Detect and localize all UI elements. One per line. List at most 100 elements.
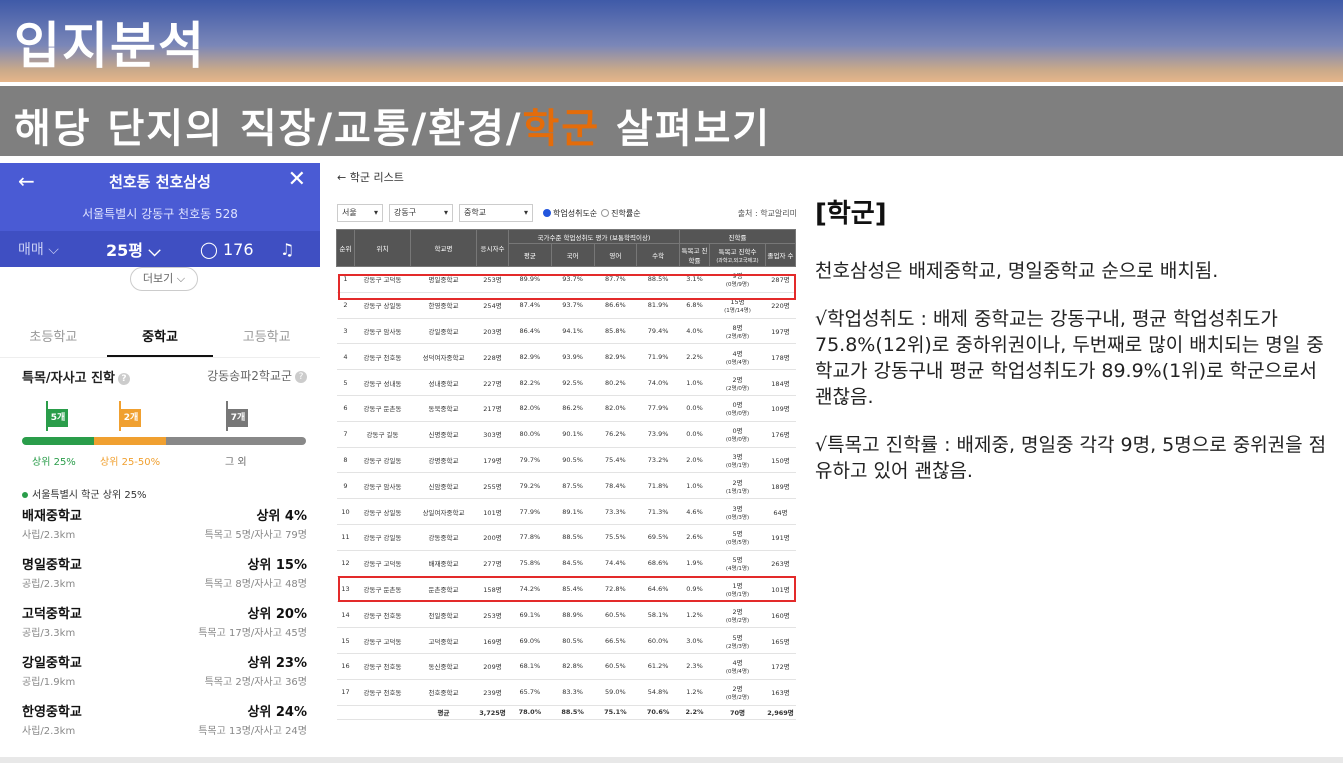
table-cell: 6 [336, 395, 355, 422]
close-icon[interactable]: ✕ [288, 167, 306, 192]
table-cell: 58.1% [636, 601, 680, 629]
highlight-row-1 [338, 274, 796, 300]
bar-green [22, 437, 94, 445]
table-row[interactable]: 7 강동구 길동 신명중학교 303명 80.0% 90.1% 76.2% 73.9% 0.0%… [336, 421, 796, 448]
table-cell: 73.2% [636, 447, 680, 474]
table-cell: 60.0% [636, 627, 680, 654]
table-cell: 79.7% [508, 447, 552, 474]
table-cell: 93.9% [551, 343, 594, 371]
radio-achievement[interactable]: 학업성취도순 [543, 208, 597, 219]
special-count-breakdown: (0명/4명) [725, 669, 750, 676]
table-cell: 68.1% [508, 653, 552, 680]
col-korean: 국어 [550, 243, 595, 267]
radio-admission-label: 진학률순 [611, 208, 641, 218]
table-row[interactable]: 6 강동구 둔촌동 동북중학교 217명 82.0% 86.2% 82.0% 77.9% 0.0… [336, 395, 796, 422]
table-cell-special-count: 2명 (2명/0명) [709, 369, 766, 396]
table-cell: 73.3% [594, 498, 637, 525]
table-cell: 5 [336, 369, 355, 396]
table-row[interactable]: 11 강동구 강일동 강동중학교 200명 77.8% 88.5% 75.5% 69.5% 2.… [336, 524, 796, 551]
special-count-breakdown: (1명/14명) [724, 308, 751, 315]
table-cell: 217명 [476, 395, 509, 422]
district-select[interactable]: 강동구 ▾ [389, 204, 453, 222]
table-row[interactable]: 14 강동구 천호동 천일중학교 253명 69.1% 88.9% 60.5% 58.1% 1.… [336, 601, 796, 629]
table-cell-special-count: 5명 (0명/5명) [709, 524, 766, 551]
special-count-breakdown: (4명/1명) [725, 566, 750, 573]
table-cell: 강동구 천호동 [354, 653, 411, 680]
table-cell: 1.2% [679, 601, 710, 629]
school-name: 고덕중학교 [22, 607, 82, 622]
table-row[interactable]: 9 강동구 암사동 신암중학교 255명 79.2% 87.5% 78.4% 71.8% 1.0… [336, 472, 796, 500]
table-cell: 강동구 길동 [354, 421, 411, 448]
list-item[interactable]: 고덕중학교 상위 20% 공립/3.3km 특목고 17명/자사고 45명 [22, 602, 307, 651]
size-select[interactable]: 25평 ⌵ [100, 237, 200, 261]
chat-bubble-icon[interactable]: ◯ 176 [200, 240, 280, 259]
table-cell: 평균 [410, 705, 477, 720]
table-cell: 82.8% [551, 653, 594, 680]
more-wrap: 더보기 ⌵ [0, 267, 320, 300]
table-cell: 강동구 암사동 [354, 318, 411, 345]
info-icon[interactable]: ? [118, 372, 130, 385]
special-count-total: 2명 [732, 375, 743, 384]
school-rank: 상위 4% [256, 509, 307, 524]
list-item[interactable]: 배재중학교 상위 4% 사립/2.3km 특목고 5명/자사고 79명 [22, 504, 307, 553]
table-row[interactable]: 5 강동구 성내동 성내중학교 227명 82.2% 92.5% 80.2% 74.0% 1.0… [336, 369, 796, 396]
table-cell: 2.2% [679, 705, 710, 720]
list-item[interactable]: 명일중학교 상위 15% 공립/2.3km 특목고 8명/자사고 48명 [22, 553, 307, 602]
table-cell: 2.0% [679, 447, 710, 474]
table-cell: 78.4% [594, 472, 637, 500]
radio-admission[interactable]: 진학률순 [601, 208, 641, 219]
tab-middle[interactable]: 중학교 [106, 318, 214, 357]
table-cell: 성덕여자중학교 [410, 343, 477, 371]
table-row[interactable]: 12 강동구 고덕동 배재중학교 277명 75.8% 84.5% 74.4% 68.6% 1.… [336, 550, 796, 577]
list-item[interactable]: 강일중학교 상위 23% 공립/1.9km 특목고 2명/자사고 36명 [22, 651, 307, 700]
bell-icon[interactable]: ♫ [280, 240, 294, 259]
col-rank: 순위 [336, 229, 355, 267]
table-cell: 79.2% [508, 472, 552, 500]
mobile-header: ← 천호동 천호삼성 ✕ 서울특별시 강동구 천호동 528 매매 ⌵ 25평 … [0, 163, 320, 300]
table-cell: 성내중학교 [410, 369, 477, 396]
table-cell: 178명 [765, 343, 796, 371]
top25-note: 서울특별시 학군 상위 25% [22, 486, 147, 501]
table-row[interactable]: 3 강동구 암사동 강일중학교 203명 86.4% 94.1% 85.8% 79.4% 4.0… [336, 318, 796, 345]
table-cell: 10 [336, 498, 355, 525]
table-row[interactable]: 16 강동구 천호동 동신중학교 209명 68.1% 82.8% 60.5% 61.2% 2.… [336, 653, 796, 680]
city-select[interactable]: 서울 ▾ [337, 204, 383, 222]
special-count-breakdown: (2명/6명) [725, 333, 750, 340]
school-name: 명일중학교 [22, 558, 82, 573]
district-select-value: 강동구 [394, 208, 417, 217]
table-cell: 77.9% [508, 498, 552, 525]
special-count-total: 2명 [732, 607, 743, 616]
table-cell: 88.5% [551, 524, 594, 551]
special-count-total: 8명 [732, 323, 743, 332]
radio-unchecked-icon [601, 209, 610, 217]
school-type-select[interactable]: 중학교 ▾ [459, 204, 533, 222]
table-row[interactable]: 17 강동구 천호동 천호중학교 239명 65.7% 83.3% 59.0% 54.8% 1.… [336, 679, 796, 706]
table-cell: 4.6% [679, 498, 710, 525]
tab-high[interactable]: 고등학교 [213, 318, 320, 357]
table-title[interactable]: ← 학군 리스트 [337, 169, 404, 185]
table-body: 1 강동구 고덕동 명일중학교 253명 89.9% 93.7% 87.7% 88.5% 3.1… [336, 266, 796, 720]
table-cell: 80.0% [508, 421, 552, 448]
flag-gray: 7개 [228, 409, 248, 427]
tab-elementary[interactable]: 초등학교 [0, 318, 107, 357]
school-admissions: 특목고 8명/자사고 48명 [204, 579, 307, 590]
table-cell: 71.9% [636, 343, 680, 371]
trade-type-select[interactable]: 매매 ⌵ [0, 239, 100, 259]
list-item[interactable]: 한영중학교 상위 24% 사립/2.3km 특목고 13명/자사고 24명 [22, 700, 307, 749]
more-button[interactable]: 더보기 ⌵ [130, 267, 198, 291]
col-test-takers: 응시자수 [476, 229, 509, 267]
table-row[interactable]: 15 강동구 고덕동 고덕중학교 169명 69.0% 80.5% 66.5% 60.0% 3.… [336, 627, 796, 654]
table-row[interactable]: 4 강동구 천호동 성덕여자중학교 228명 82.9% 93.9% 82.9% 71.9% 2… [336, 343, 796, 371]
col-location: 위치 [354, 229, 411, 267]
table-cell: 66.5% [594, 627, 637, 654]
info-icon[interactable]: ? [295, 370, 307, 383]
table-cell: 209명 [476, 653, 509, 680]
table-row[interactable]: 8 강동구 강일동 강명중학교 179명 79.7% 90.5% 75.4% 73.2% 2.0… [336, 447, 796, 474]
analysis-paragraph-2: √학업성취도 : 배제 중학교는 강동구내, 평균 학업성취도가 75.8%(1… [815, 308, 1324, 408]
school-level-tabs: 초등학교 중학교 고등학교 [0, 318, 320, 358]
table-cell: 73.9% [636, 421, 680, 448]
table-cell: 4.0% [679, 318, 710, 345]
table-cell: 68.6% [636, 550, 680, 577]
table-cell-special-count: 2명 (0명/2명) [709, 601, 766, 629]
table-row[interactable]: 10 강동구 상일동 상일여자중학교 101명 77.9% 89.1% 73.3% 71.3%… [336, 498, 796, 525]
